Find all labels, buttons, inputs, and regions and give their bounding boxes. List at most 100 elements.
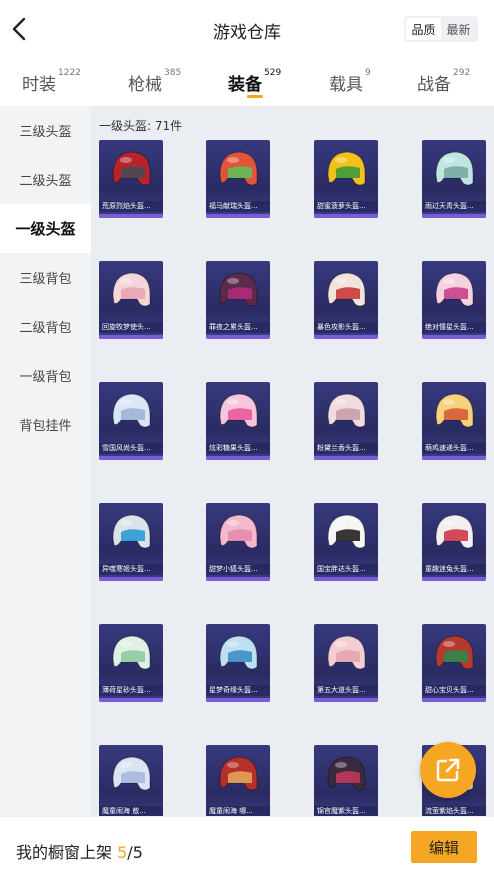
helmet-icon [435, 272, 474, 307]
item-card[interactable]: 甜蜜菠萝头盔... [314, 140, 378, 218]
item-name: 流萤紫焰头盔... [422, 806, 486, 816]
item-card[interactable]: 雪国风尚头盔... [99, 382, 163, 460]
item-card[interactable]: 绝对憧星头盔... [422, 261, 486, 339]
active-tab-indicator [247, 95, 263, 98]
rarity-strip [206, 577, 270, 581]
helmet-icon [112, 756, 151, 791]
rarity-strip [206, 456, 270, 460]
helmet-icon [327, 272, 366, 307]
rarity-strip [99, 577, 163, 581]
rarity-strip [314, 577, 378, 581]
rarity-strip [422, 335, 486, 339]
tab-equipment[interactable]: 装备529 [228, 68, 282, 95]
item-card[interactable]: 暴色攻影头盔... [314, 261, 378, 339]
item-name: 甜梦小狐头盔... [206, 564, 270, 575]
item-name: 雪国风尚头盔... [99, 443, 163, 454]
helmet-icon [112, 635, 151, 670]
tab-count: 529 [264, 68, 282, 78]
item-name: 甜心宝贝头盔... [422, 685, 486, 696]
item-card[interactable]: 国宝胖达头盔... [314, 503, 378, 581]
tab-count: 385 [164, 68, 182, 78]
rarity-strip [206, 335, 270, 339]
rarity-strip [99, 698, 163, 702]
item-name: 暴色攻影头盔... [314, 322, 378, 333]
item-card[interactable]: 甜梦小狐头盔... [206, 503, 270, 581]
item-card[interactable]: 雨过天青头盔... [422, 140, 486, 218]
rarity-strip [99, 335, 163, 339]
category-tabs: 时装1222 枪械385 装备529 载具9 战备292 [0, 58, 494, 106]
rarity-strip [314, 698, 378, 702]
share-icon [436, 758, 460, 782]
rarity-strip [422, 456, 486, 460]
rarity-strip [99, 214, 163, 218]
helmet-icon [219, 151, 258, 186]
item-name: 魔童闹海 敖... [99, 806, 163, 816]
sidebar-item-backpack-charm[interactable]: 背包挂件 [0, 400, 91, 449]
item-card[interactable]: 异噬寒姬头盔... [99, 503, 163, 581]
sidebar-item-level1-helmet[interactable]: 一级头盔 [0, 204, 91, 253]
rarity-strip [422, 698, 486, 702]
sort-option-latest[interactable]: 最新 [441, 18, 476, 40]
item-card[interactable]: 魔童闹海 敖... [99, 745, 163, 816]
helmet-icon [327, 514, 366, 549]
helmet-icon [112, 272, 151, 307]
showcase-label: 我的橱窗上架 [16, 843, 113, 862]
item-card[interactable]: 锦官魔紫头盔... [314, 745, 378, 816]
sidebar-item-level2-helmet[interactable]: 二级头盔 [0, 155, 91, 204]
showcase-count: 我的橱窗上架 5/5 [16, 839, 143, 863]
rarity-strip [422, 577, 486, 581]
warehouse-screen: 游戏仓库 品质 最新 时装1222 枪械385 装备529 载具9 战备292 … [0, 0, 494, 875]
rarity-strip [206, 214, 270, 218]
item-name: 锦官魔紫头盔... [314, 806, 378, 816]
item-card[interactable]: 魔童闹海 哪... [206, 745, 270, 816]
helmet-icon [112, 393, 151, 428]
item-name: 童趣迷兔头盔... [422, 564, 486, 575]
item-card[interactable]: 罪夜之累头盔... [206, 261, 270, 339]
item-name: 第五大道头盔... [314, 685, 378, 696]
item-card[interactable]: 萌鸡速递头盔... [422, 382, 486, 460]
item-name: 绝对憧星头盔... [422, 322, 486, 333]
tab-count: 292 [453, 68, 471, 78]
sidebar: 三级头盔 二级头盔 一级头盔 三级背包 二级背包 一级背包 背包挂件 [0, 106, 91, 816]
share-button[interactable] [420, 742, 476, 798]
tab-vehicles[interactable]: 载具9 [329, 68, 371, 95]
tab-label: 时装 [22, 75, 56, 95]
tab-label: 装备 [228, 75, 262, 95]
rarity-strip [314, 335, 378, 339]
item-name: 炫彩糖果头盔... [206, 443, 270, 454]
section-title: 一级头盔: 71件 [99, 119, 183, 133]
tab-fashion[interactable]: 时装1222 [22, 68, 81, 95]
sidebar-item-level2-backpack[interactable]: 二级背包 [0, 302, 91, 351]
helmet-icon [112, 514, 151, 549]
helmet-icon [327, 151, 366, 186]
helmet-icon [435, 635, 474, 670]
tab-label: 枪械 [128, 75, 162, 95]
item-card[interactable]: 甜心宝贝头盔... [422, 624, 486, 702]
item-name: 荒原烈焰头盔... [99, 201, 163, 212]
tab-supplies[interactable]: 战备292 [417, 68, 471, 95]
item-card[interactable]: 炫彩糖果头盔... [206, 382, 270, 460]
sidebar-item-level1-backpack[interactable]: 一级背包 [0, 351, 91, 400]
item-name: 薄荷星砂头盔... [99, 685, 163, 696]
helmet-icon [435, 393, 474, 428]
helmet-icon [219, 272, 258, 307]
item-list-panel: 一级头盔: 71件 荒原烈焰头盔... 福马献瑞头盔... 甜蜜菠萝头盔... 雨过天… [91, 106, 494, 816]
sidebar-item-level3-backpack[interactable]: 三级背包 [0, 253, 91, 302]
sort-option-quality[interactable]: 品质 [406, 18, 441, 40]
showcase-total: /5 [127, 843, 143, 862]
sidebar-item-level3-helmet[interactable]: 三级头盔 [0, 106, 91, 155]
item-name: 粉黛兰香头盔... [314, 443, 378, 454]
edit-button[interactable]: 编辑 [411, 831, 477, 863]
tab-weapons[interactable]: 枪械385 [128, 68, 182, 95]
item-card[interactable]: 童趣迷兔头盔... [422, 503, 486, 581]
item-card[interactable]: 星梦奇缘头盔... [206, 624, 270, 702]
item-card[interactable]: 荒原烈焰头盔... [99, 140, 163, 218]
item-name: 罪夜之累头盔... [206, 322, 270, 333]
item-card[interactable]: 福马献瑞头盔... [206, 140, 270, 218]
helmet-icon [435, 514, 474, 549]
item-card[interactable]: 薄荷星砂头盔... [99, 624, 163, 702]
item-card[interactable]: 粉黛兰香头盔... [314, 382, 378, 460]
item-card[interactable]: 第五大道头盔... [314, 624, 378, 702]
item-card[interactable]: 回旋牧梦使头... [99, 261, 163, 339]
rarity-strip [422, 214, 486, 218]
